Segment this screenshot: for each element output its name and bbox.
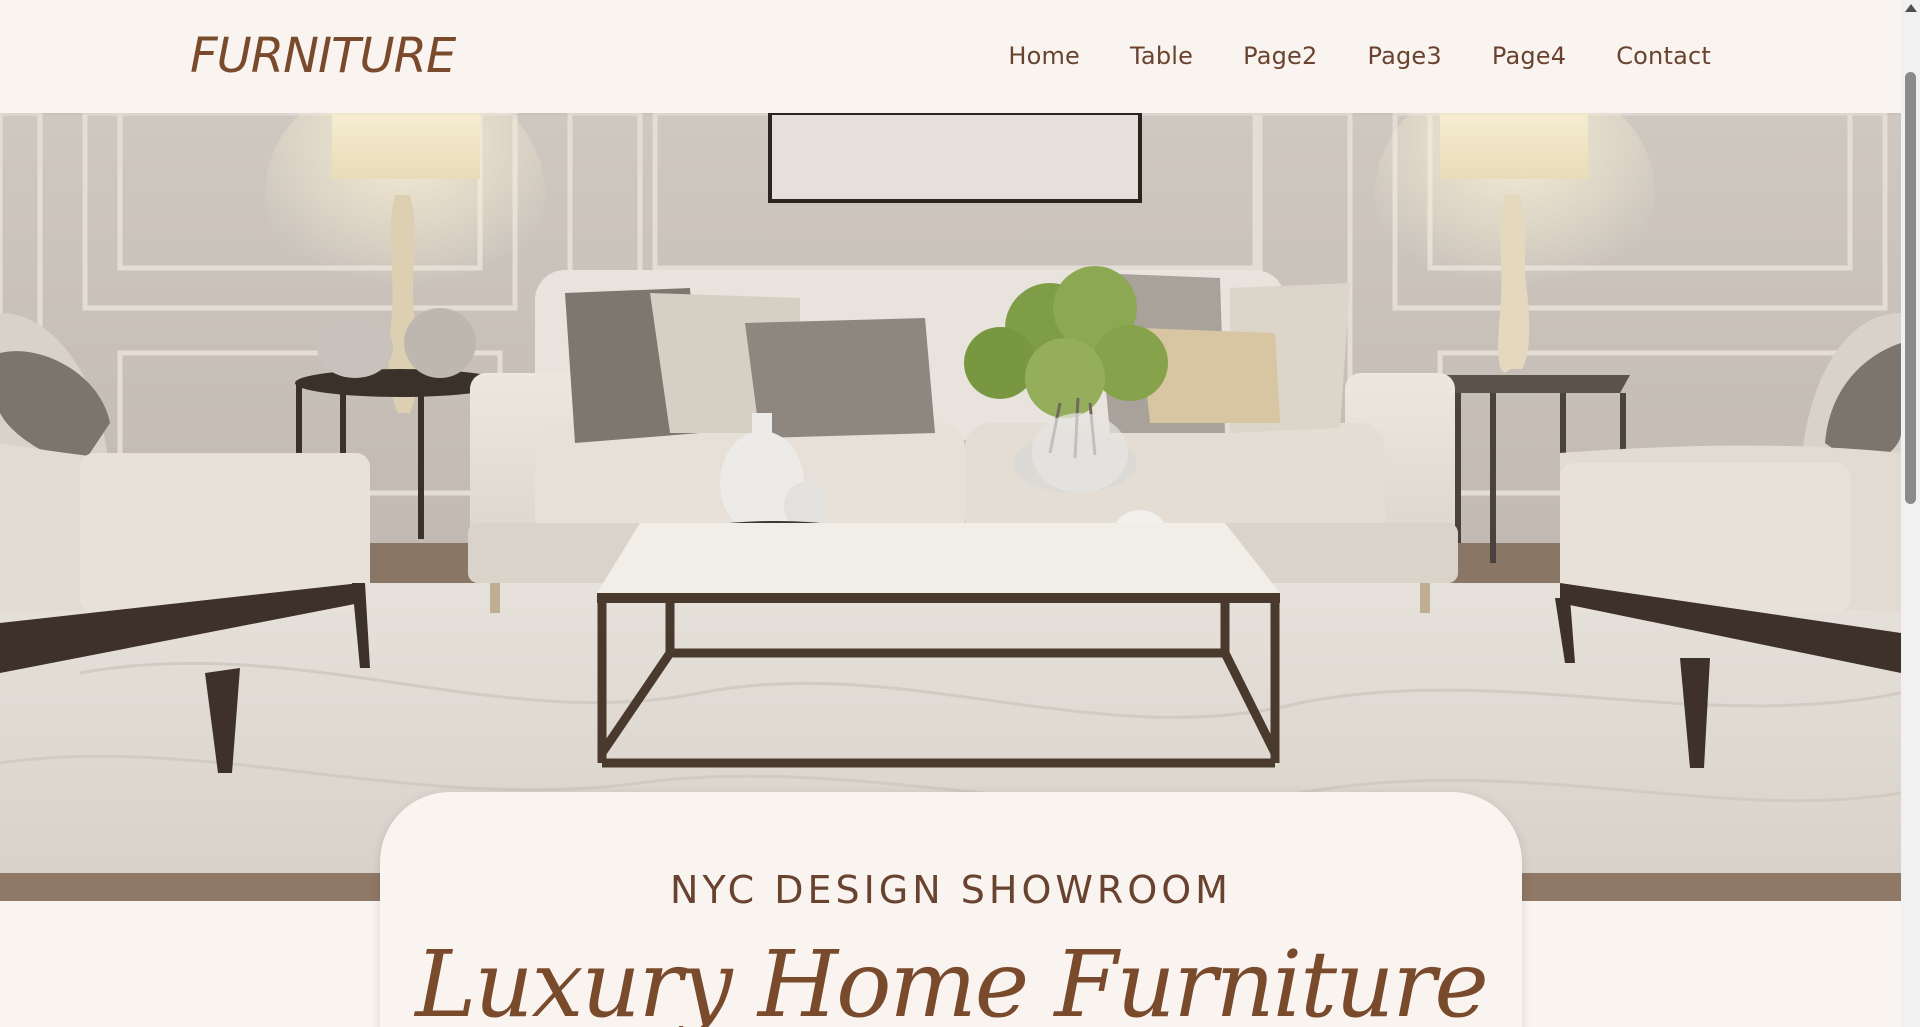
hero-card: NYC DESIGN SHOWROOM Luxury Home Furnitur… [380,792,1522,1027]
page: FURNITURE Home Table Page2 Page3 Page4 C… [0,0,1920,1027]
hero-title: Luxury Home Furniture [415,931,1489,1027]
main-nav: Home Table Page2 Page3 Page4 Contact [1008,38,1711,74]
vertical-scrollbar[interactable] [1901,0,1920,1027]
scroll-up-arrow-icon[interactable] [1905,4,1917,12]
nav-table[interactable]: Table [1130,38,1193,74]
showroom-subtitle: NYC DESIGN SHOWROOM [670,868,1232,912]
nav-contact[interactable]: Contact [1616,38,1711,74]
nav-page3[interactable]: Page3 [1367,38,1441,74]
site-logo[interactable]: FURNITURE [190,26,456,86]
nav-page2[interactable]: Page2 [1243,38,1317,74]
nav-home[interactable]: Home [1008,38,1080,74]
site-header: FURNITURE Home Table Page2 Page3 Page4 C… [0,0,1901,113]
hero-image [0,113,1901,901]
nav-page4[interactable]: Page4 [1492,38,1566,74]
scrollbar-thumb[interactable] [1905,72,1916,504]
